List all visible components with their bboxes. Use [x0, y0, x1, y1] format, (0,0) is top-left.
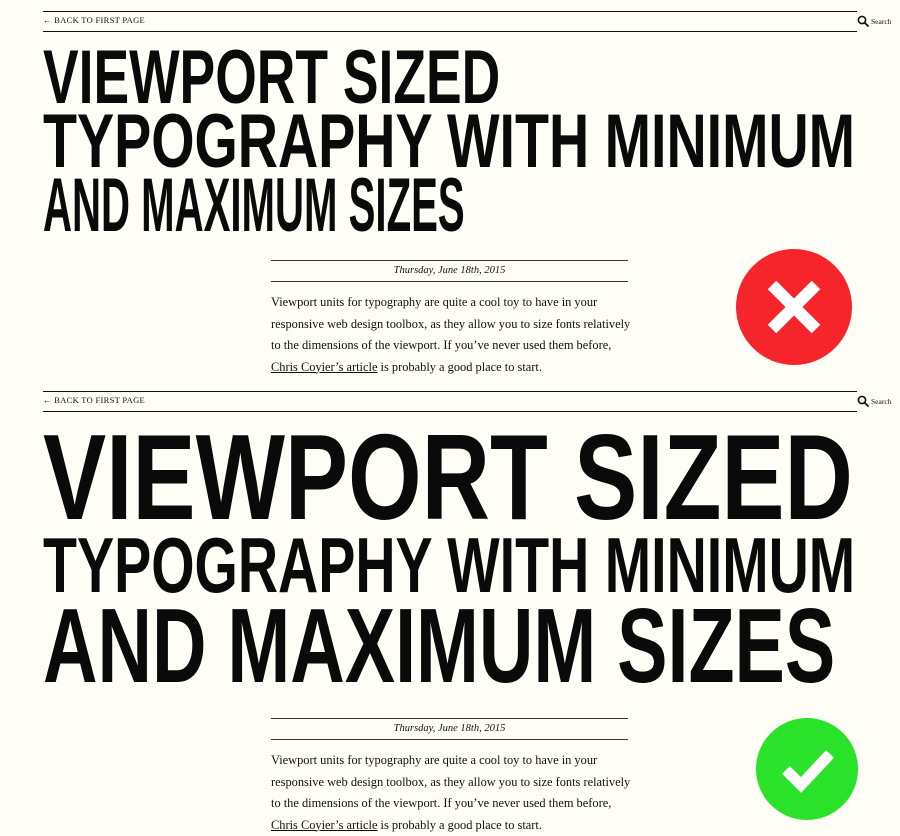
- chris-coyier-article-link[interactable]: Chris Coyier’s article: [271, 360, 377, 374]
- article-date: Thursday, June 18th, 2015: [271, 718, 628, 740]
- search-icon: [857, 15, 869, 27]
- article-intro-paragraph: Viewport units for typography are quite …: [271, 292, 641, 378]
- correct-badge: [756, 718, 858, 820]
- intro-text-end: is probably a good place to start.: [377, 359, 542, 374]
- example-good-panel: ← BACK TO FIRST PAGE Search VIEWPORT SIZ…: [0, 390, 900, 836]
- example-bad-panel: ← BACK TO FIRST PAGE Search VIEWPORT SIZ…: [0, 0, 900, 390]
- article-intro-paragraph: Viewport units for typography are quite …: [271, 750, 641, 836]
- search-label: Search: [871, 397, 892, 406]
- article-headline: VIEWPORT SIZED TYPOGRAPHY WITH MINIMUM A…: [43, 40, 900, 248]
- intro-text-end: is probably a good place to start.: [377, 817, 542, 832]
- intro-text: Viewport units for typography are quite …: [271, 295, 631, 352]
- article-headline: VIEWPORT SIZED TYPOGRAPHY WITH MINIMUM A…: [43, 409, 900, 705]
- search-icon: [857, 395, 869, 407]
- back-to-first-page-link[interactable]: ← BACK TO FIRST PAGE: [43, 395, 145, 405]
- headline-line-3: AND MAXIMUM SIZES: [43, 163, 465, 248]
- intro-text: Viewport units for typography are quite …: [271, 753, 631, 810]
- chris-coyier-article-link[interactable]: Chris Coyier’s article: [271, 818, 377, 832]
- incorrect-badge: [736, 249, 852, 365]
- cross-icon: [767, 280, 821, 334]
- article-date: Thursday, June 18th, 2015: [271, 260, 628, 282]
- search-label: Search: [871, 17, 892, 26]
- back-to-first-page-link[interactable]: ← BACK TO FIRST PAGE: [43, 15, 145, 25]
- checkmark-icon: [782, 750, 835, 793]
- top-nav-bar: ← BACK TO FIRST PAGE Search: [43, 11, 891, 32]
- headline-line-3: AND MAXIMUM SIZES: [43, 587, 836, 705]
- headline-line-1: VIEWPORT SIZED: [43, 409, 853, 545]
